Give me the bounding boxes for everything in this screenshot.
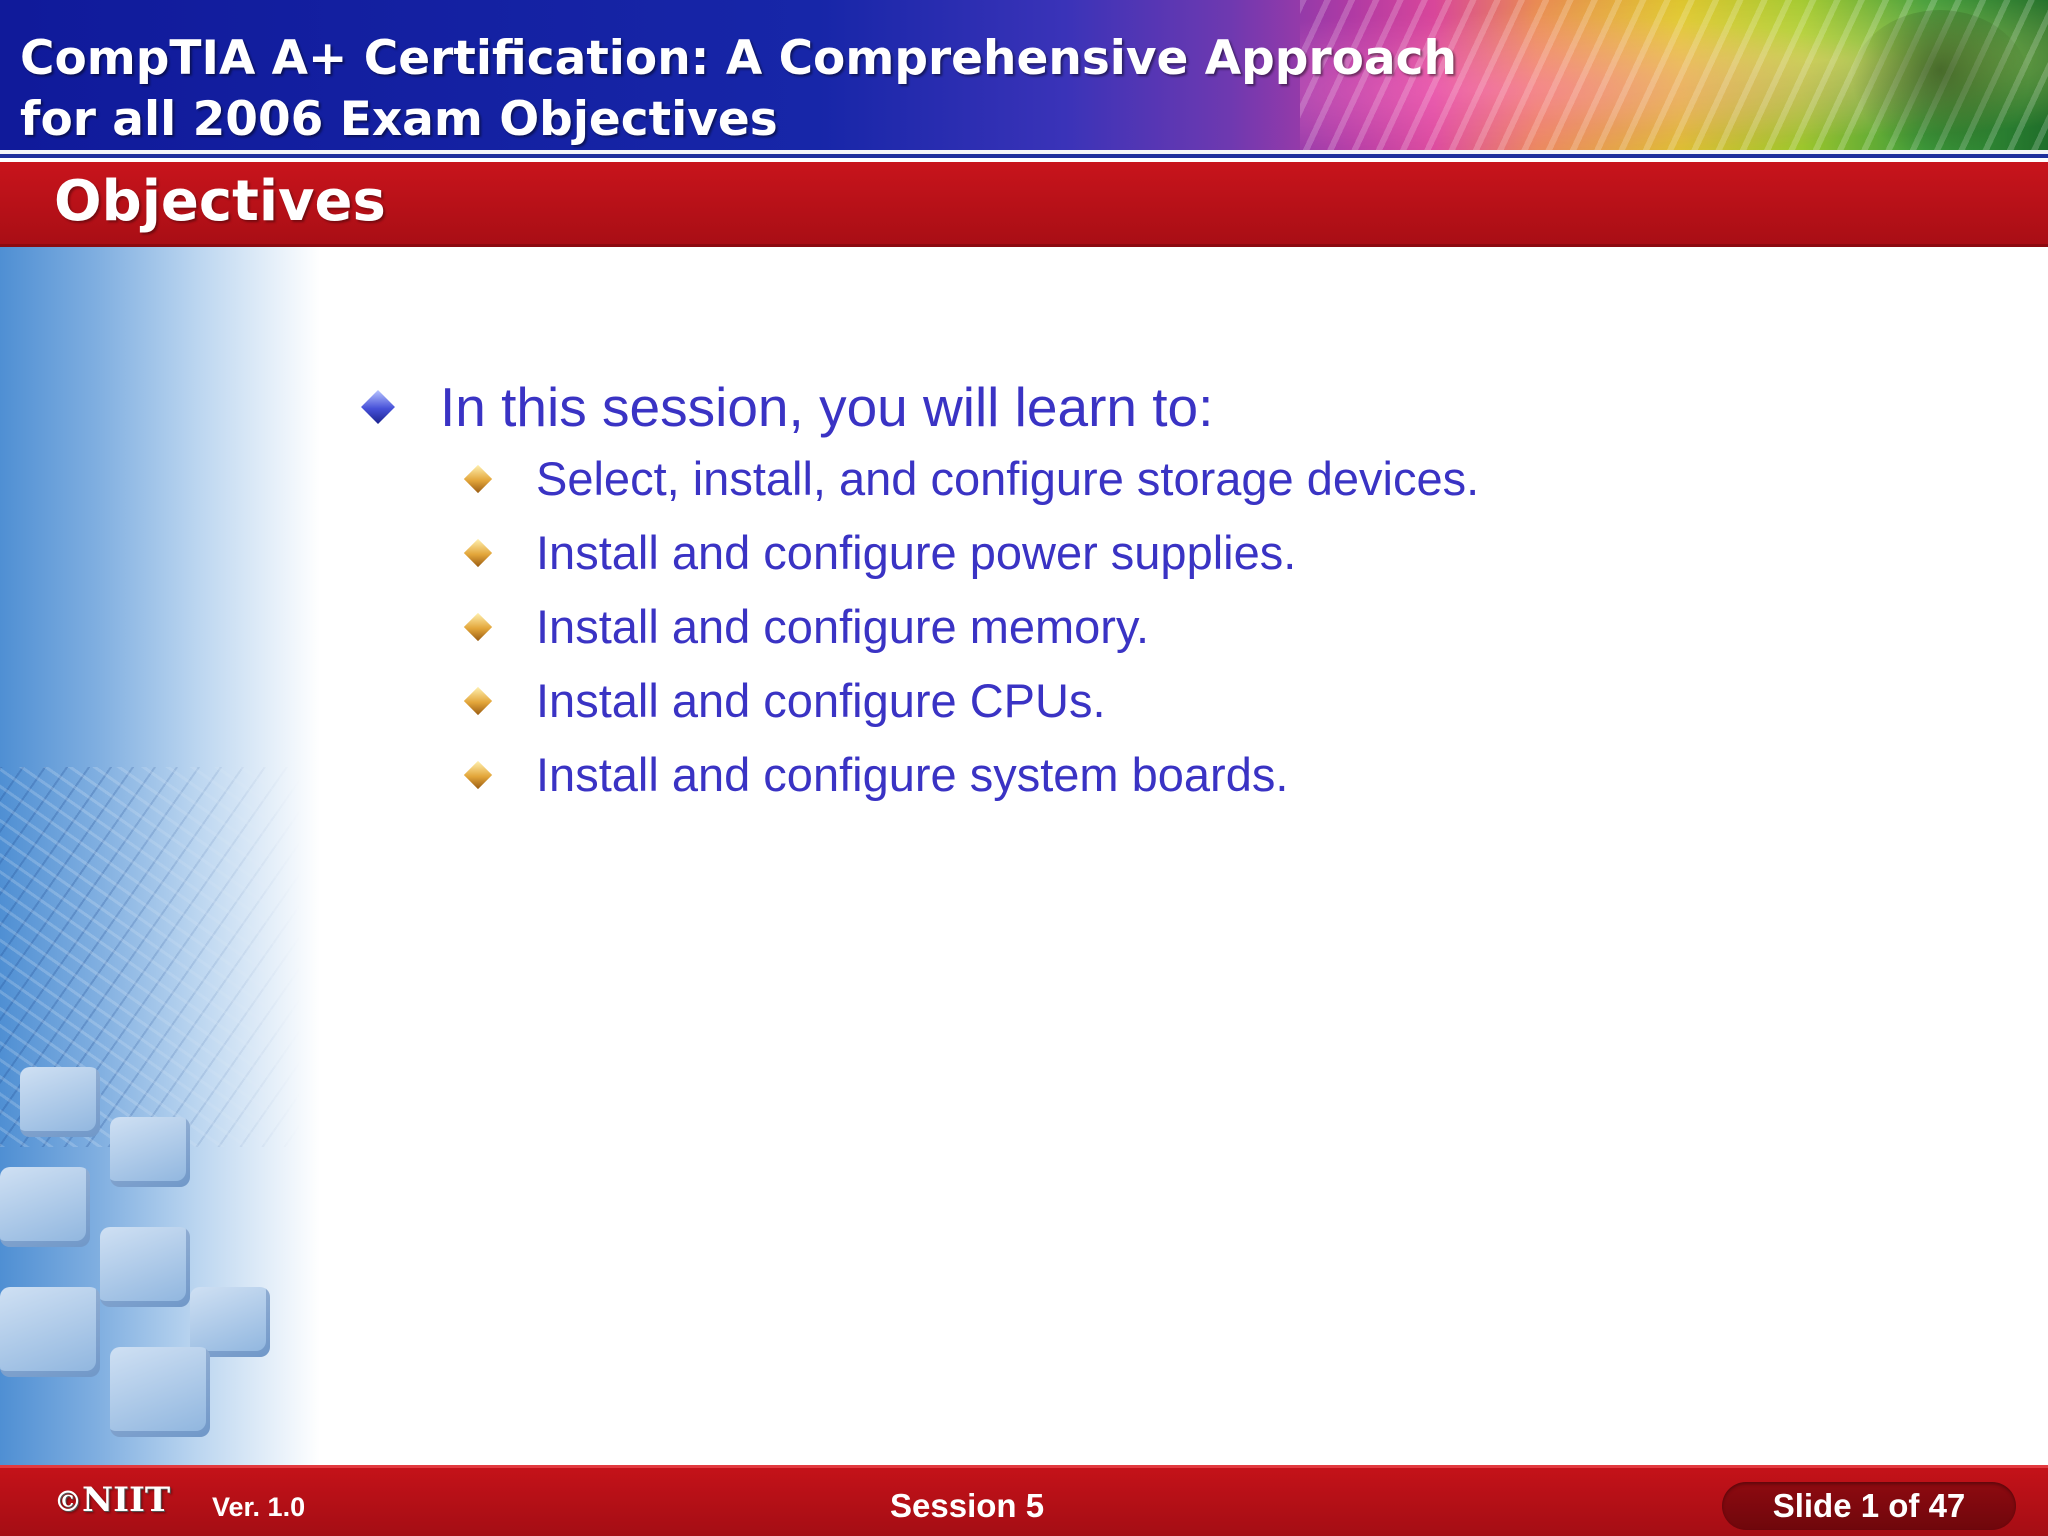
keyboard-key xyxy=(0,1167,90,1247)
copyright-symbol: © xyxy=(54,1485,82,1518)
course-title: CompTIA A+ Certification: A Comprehensiv… xyxy=(20,28,1457,150)
objective-text: Install and configure memory. xyxy=(536,600,1150,653)
objective-list: Select, install, and configure storage d… xyxy=(360,442,1960,812)
slide-number: Slide 1 of 47 xyxy=(1772,1487,1966,1524)
list-item: Install and configure CPUs. xyxy=(462,664,1960,738)
course-title-line-2: for all 2006 Exam Objectives xyxy=(20,92,778,147)
keyboard-key xyxy=(110,1117,190,1187)
list-item: Install and configure system boards. xyxy=(462,738,1960,812)
gold-diamond-bullet-icon xyxy=(463,538,493,568)
keyboard-key xyxy=(110,1347,210,1437)
version-label: Ver. 1.0 xyxy=(212,1492,306,1522)
objective-text: Install and configure power supplies. xyxy=(536,526,1297,579)
main-bullet: In this session, you will learn to: xyxy=(360,372,1960,442)
slide-number-badge: Slide 1 of 47 xyxy=(1722,1482,2016,1530)
header-banner: CompTIA A+ Certification: A Comprehensiv… xyxy=(0,0,2048,150)
left-decorative-panel xyxy=(0,247,320,1465)
gold-diamond-bullet-icon xyxy=(463,464,493,494)
keyboard-key xyxy=(20,1067,100,1137)
keyboard-key xyxy=(0,1287,100,1377)
header-photo xyxy=(1850,10,2030,150)
objective-text: Install and configure system boards. xyxy=(536,748,1289,801)
session-label: Session 5 xyxy=(890,1487,1045,1524)
list-item: Install and configure memory. xyxy=(462,590,1960,664)
gold-diamond-bullet-icon xyxy=(463,686,493,716)
logo-text: NIIT xyxy=(82,1480,171,1520)
main-bullet-text: In this session, you will learn to: xyxy=(440,376,1214,438)
diamond-bullet-icon xyxy=(361,390,395,424)
header-divider-blue xyxy=(0,154,2048,158)
objective-text: Install and configure CPUs. xyxy=(536,674,1106,727)
slide: CompTIA A+ Certification: A Comprehensiv… xyxy=(0,0,2048,1536)
section-title: Objectives xyxy=(54,169,386,234)
niit-logo: ©NIIT xyxy=(54,1480,170,1522)
objective-text: Select, install, and configure storage d… xyxy=(536,452,1480,505)
course-title-line-1: CompTIA A+ Certification: A Comprehensiv… xyxy=(20,31,1457,86)
footer-bar: ©NIIT Ver. 1.0 Session 5 Slide 1 of 47 xyxy=(0,1465,2048,1536)
keyboard-key xyxy=(100,1227,190,1307)
section-bar: Objectives xyxy=(0,162,2048,247)
gold-diamond-bullet-icon xyxy=(463,612,493,642)
objectives-content: In this session, you will learn to: Sele… xyxy=(360,372,1960,812)
list-item: Select, install, and configure storage d… xyxy=(462,442,1960,516)
gold-diamond-bullet-icon xyxy=(463,760,493,790)
list-item: Install and configure power supplies. xyxy=(462,516,1960,590)
